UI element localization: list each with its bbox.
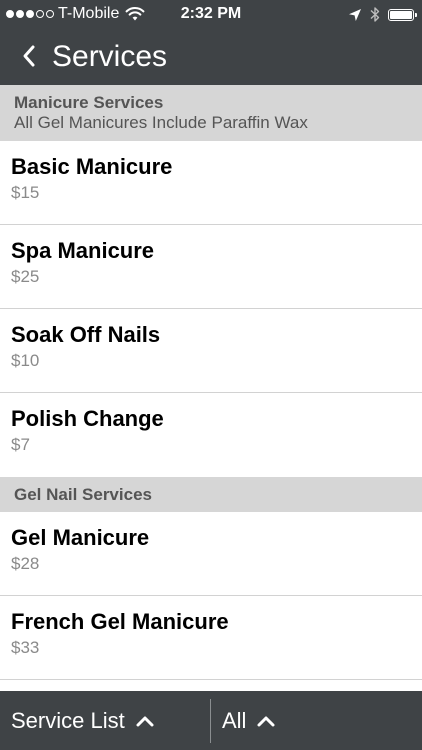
service-list-label: Service List: [11, 707, 125, 733]
filter-all-label: All: [222, 707, 247, 733]
service-price: $15: [11, 183, 40, 202]
service-item-spa-manicure[interactable]: Spa Manicure $25: [0, 225, 422, 309]
service-name: Spa Manicure: [11, 238, 155, 263]
location-arrow-icon: [349, 8, 361, 21]
section-title: Manicure Services: [14, 93, 164, 112]
service-price: $25: [11, 267, 40, 286]
service-item-basic-manicure[interactable]: Basic Manicure $15: [0, 141, 422, 225]
service-item-polish-change[interactable]: Polish Change $7: [0, 393, 422, 477]
battery-icon: [388, 8, 417, 21]
toolbar-divider: [210, 699, 211, 743]
service-price: $33: [11, 638, 40, 657]
service-name: Basic Manicure: [11, 154, 173, 179]
page-title: Services: [52, 40, 168, 73]
filter-all-button[interactable]: All: [222, 691, 276, 750]
service-name: French Gel Manicure: [11, 609, 229, 634]
section-header-gel-nail-services: Gel Nail Services: [0, 477, 422, 512]
screen: T-Mobile 2:32 PM Services Manicure Servi…: [0, 0, 422, 750]
bottom-toolbar: Service List All: [0, 691, 422, 750]
chevron-up-icon: [257, 716, 275, 726]
chevron-up-icon: [136, 716, 154, 726]
service-price: $10: [11, 351, 40, 370]
services-list[interactable]: Manicure Services All Gel Manicures Incl…: [0, 85, 422, 691]
service-price: $28: [11, 554, 40, 573]
service-item-gel-manicure[interactable]: Gel Manicure $28: [0, 512, 422, 596]
service-item-french-gel-manicure[interactable]: French Gel Manicure $33: [0, 596, 422, 680]
service-list-button[interactable]: Service List: [11, 691, 155, 750]
service-name: Soak Off Nails: [11, 322, 161, 347]
bluetooth-icon: [370, 7, 380, 22]
section-subtitle: All Gel Manicures Include Paraffin Wax: [14, 113, 308, 132]
list-item-partial[interactable]: [0, 680, 422, 691]
service-price: $7: [11, 435, 30, 454]
service-name: Polish Change: [11, 406, 164, 431]
battery-level: [390, 10, 412, 19]
service-item-soak-off-nails[interactable]: Soak Off Nails $10: [0, 309, 422, 393]
navigation-bar: Services: [0, 30, 422, 85]
chevron-left-icon: [23, 45, 35, 67]
section-header-manicure-services: Manicure Services All Gel Manicures Incl…: [0, 85, 422, 141]
status-bar: T-Mobile 2:32 PM: [0, 0, 422, 30]
service-name: Gel Manicure: [11, 525, 150, 550]
back-button[interactable]: [22, 42, 42, 70]
section-title: Gel Nail Services: [14, 485, 152, 504]
status-right: [348, 6, 417, 23]
